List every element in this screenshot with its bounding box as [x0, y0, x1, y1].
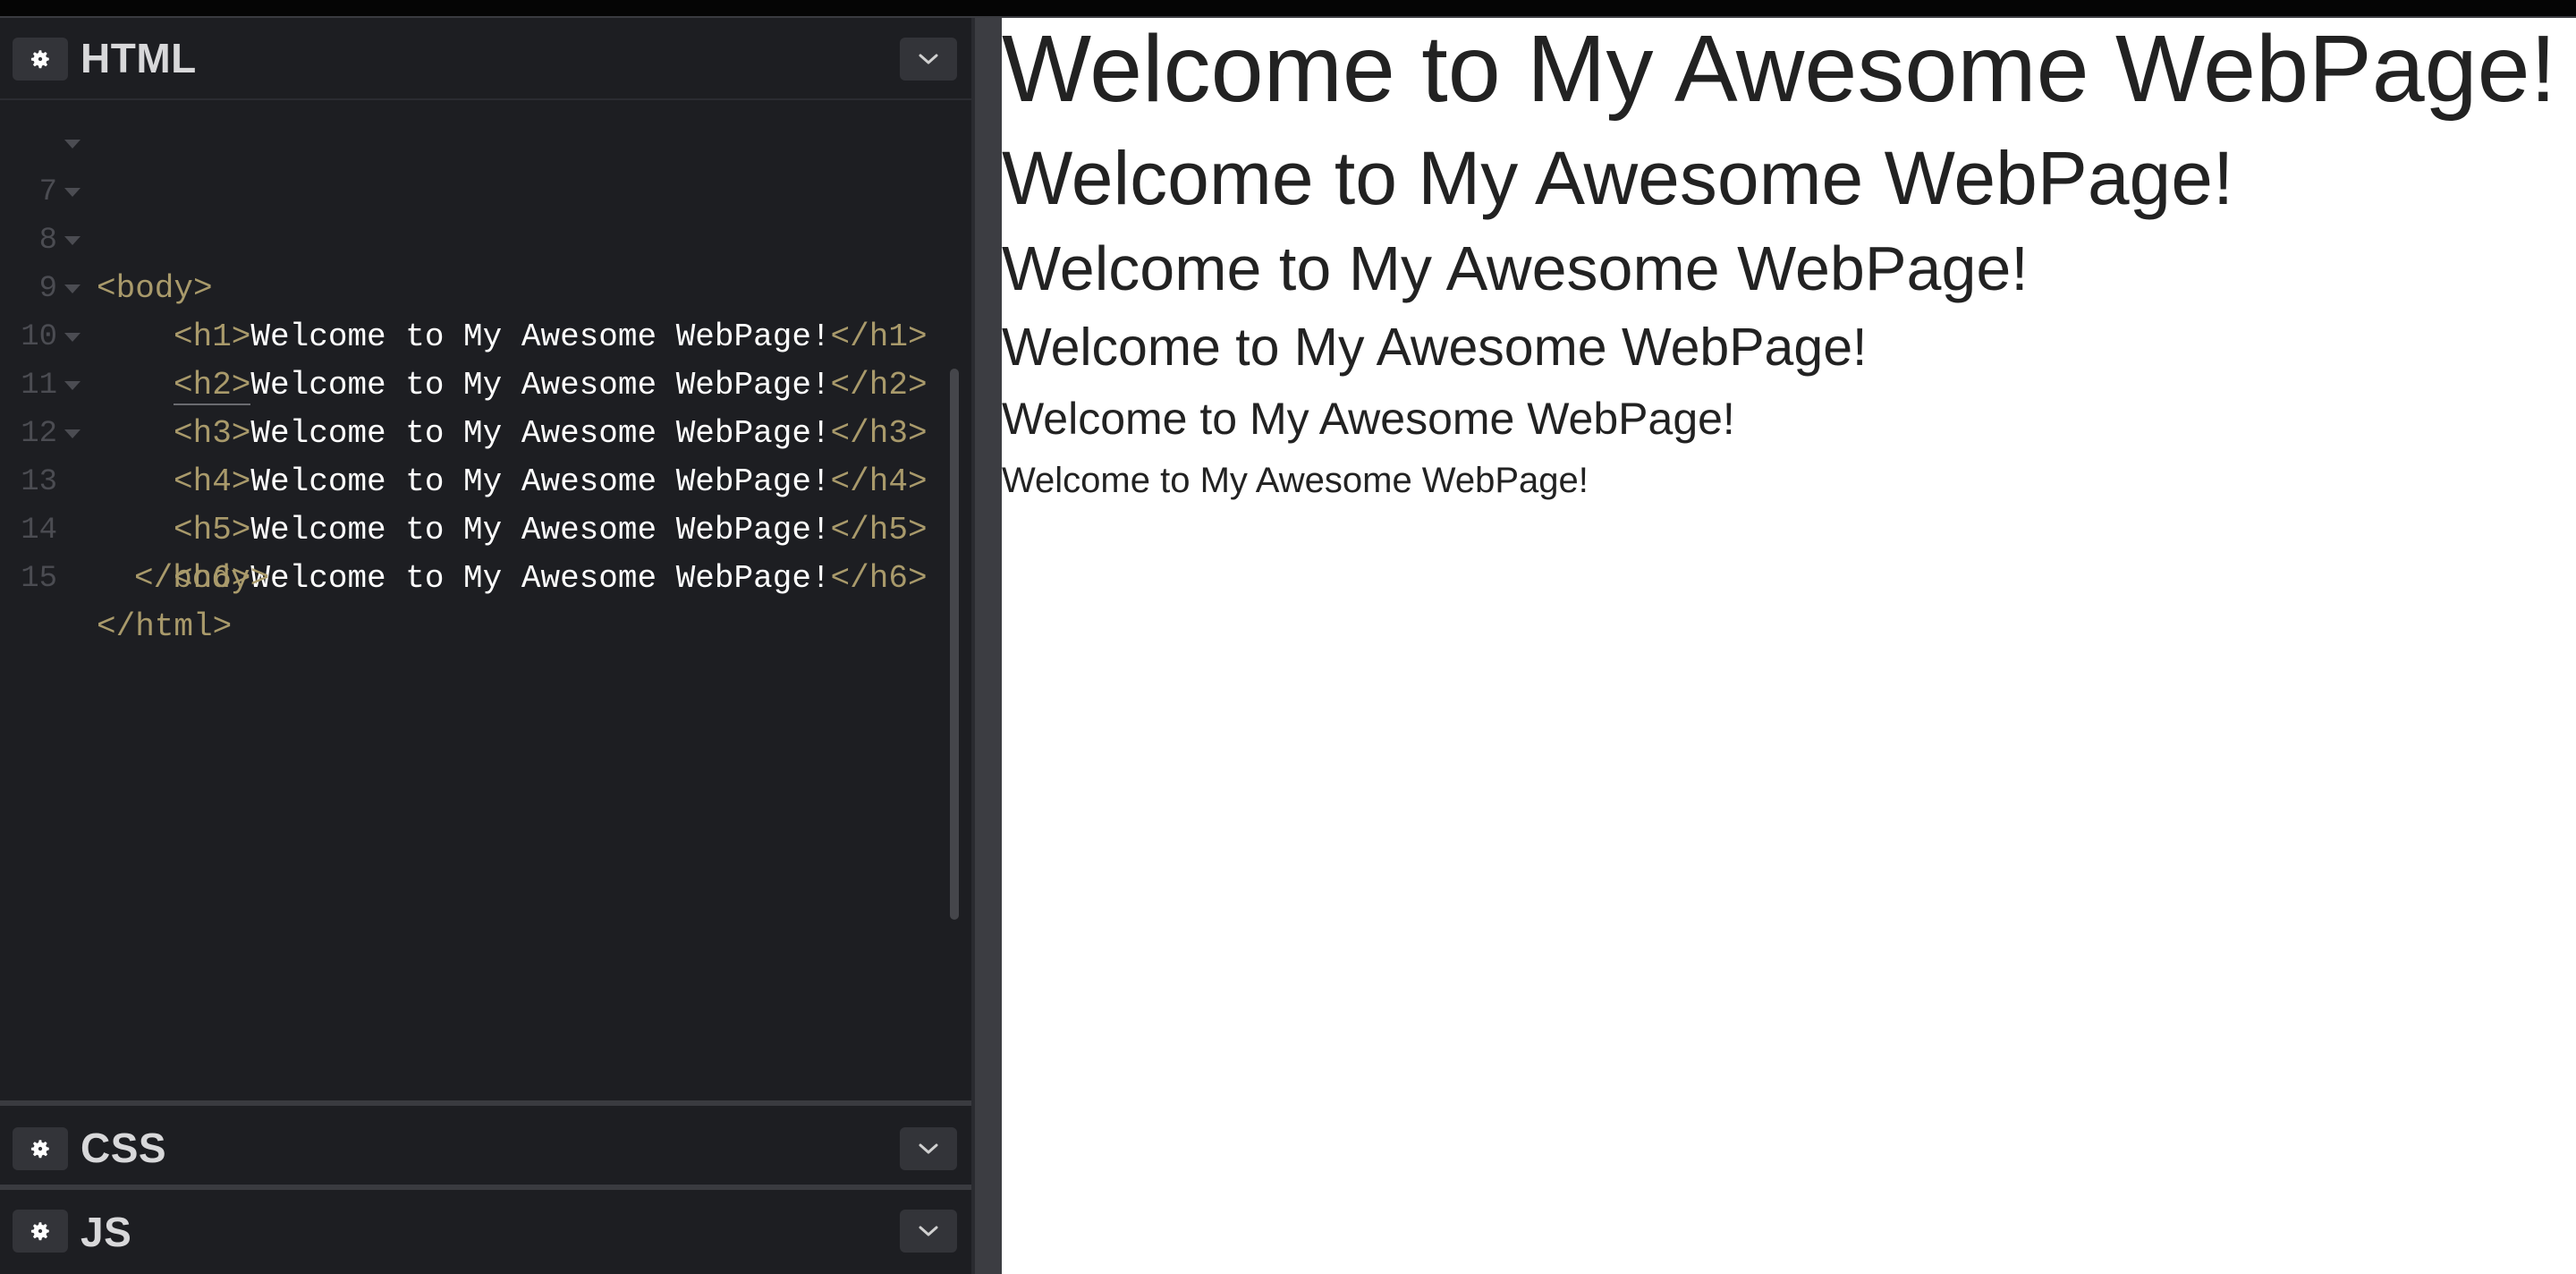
- html-settings-button[interactable]: [13, 38, 68, 81]
- preview-heading-2: Welcome to My Awesome WebPage!: [1002, 136, 2234, 220]
- editor-scrollbar[interactable]: [950, 369, 959, 920]
- code-line: 15 </html>: [0, 506, 948, 645]
- html-collapse-button[interactable]: [900, 38, 957, 81]
- fold-arrow-icon[interactable]: [64, 381, 80, 390]
- top-bar: [0, 0, 2576, 18]
- preview-heading-1: Welcome to My Awesome WebPage!: [1002, 18, 2557, 122]
- code-line: 7 <body>: [0, 120, 948, 307]
- panel-resize-handle[interactable]: [971, 18, 1002, 1274]
- fold-arrow-icon[interactable]: [64, 333, 80, 342]
- html-code-editor[interactable]: 7 <body> 8 <h1>Welcome to My Awesome Web…: [0, 100, 971, 1100]
- css-settings-button[interactable]: [13, 1127, 68, 1170]
- fold-arrow-icon[interactable]: [64, 429, 80, 438]
- code-tag-open: </html>: [97, 608, 233, 645]
- code-tag-close: </h6>: [830, 560, 928, 597]
- chevron-down-icon: [919, 1143, 938, 1154]
- fold-arrow-icon[interactable]: [64, 236, 80, 245]
- line-number: 15: [21, 562, 57, 596]
- js-editor-header[interactable]: JS: [0, 1185, 971, 1274]
- code-line: 11 <h4>Welcome to My Awesome WebPage!</h…: [0, 313, 948, 500]
- fold-arrow-icon[interactable]: [64, 140, 80, 149]
- editor-panel: HTML 7 <body> 8 <h1>Welcome to My Awesom…: [0, 18, 971, 1274]
- chevron-down-icon: [919, 54, 938, 64]
- code-line: 8 <h1>Welcome to My Awesome WebPage!</h1…: [0, 168, 948, 355]
- js-editor-title: JS: [80, 1209, 132, 1255]
- css-collapse-button[interactable]: [900, 1127, 957, 1170]
- fold-arrow-icon[interactable]: [64, 285, 80, 293]
- chevron-down-icon: [919, 1226, 938, 1236]
- preview-heading-4: Welcome to My Awesome WebPage!: [1002, 318, 1868, 377]
- code-line: 10 <h3>Welcome to My Awesome WebPage!</h…: [0, 265, 948, 452]
- fold-arrow-icon[interactable]: [64, 188, 80, 197]
- preview-heading-6: Welcome to My Awesome WebPage!: [1002, 461, 1589, 500]
- gear-icon: [30, 50, 49, 69]
- gear-icon: [30, 1140, 49, 1159]
- code-line: 14 </body>: [0, 458, 948, 597]
- js-collapse-button[interactable]: [900, 1210, 957, 1253]
- html-editor-header: HTML: [0, 18, 971, 100]
- code-text: Welcome to My Awesome WebPage!: [250, 560, 831, 597]
- css-editor-title: CSS: [80, 1125, 167, 1171]
- css-editor-header[interactable]: CSS: [0, 1100, 971, 1185]
- preview-heading-5: Welcome to My Awesome WebPage!: [1002, 394, 1735, 444]
- preview-heading-3: Welcome to My Awesome WebPage!: [1002, 234, 2029, 303]
- gear-icon: [30, 1222, 49, 1241]
- code-line: 9 <h2>Welcome to My Awesome WebPage!</h2…: [0, 217, 948, 405]
- html-editor-title: HTML: [80, 35, 197, 81]
- code-line: 13 <h6>Welcome to My Awesome WebPage!</h…: [0, 410, 948, 597]
- js-settings-button[interactable]: [13, 1210, 68, 1253]
- code-line: 12 <h5>Welcome to My Awesome WebPage!</h…: [0, 361, 948, 548]
- code-tag-open: </body>: [134, 560, 270, 597]
- preview-pane: Welcome to My Awesome WebPage! Welcome t…: [1002, 18, 2576, 1274]
